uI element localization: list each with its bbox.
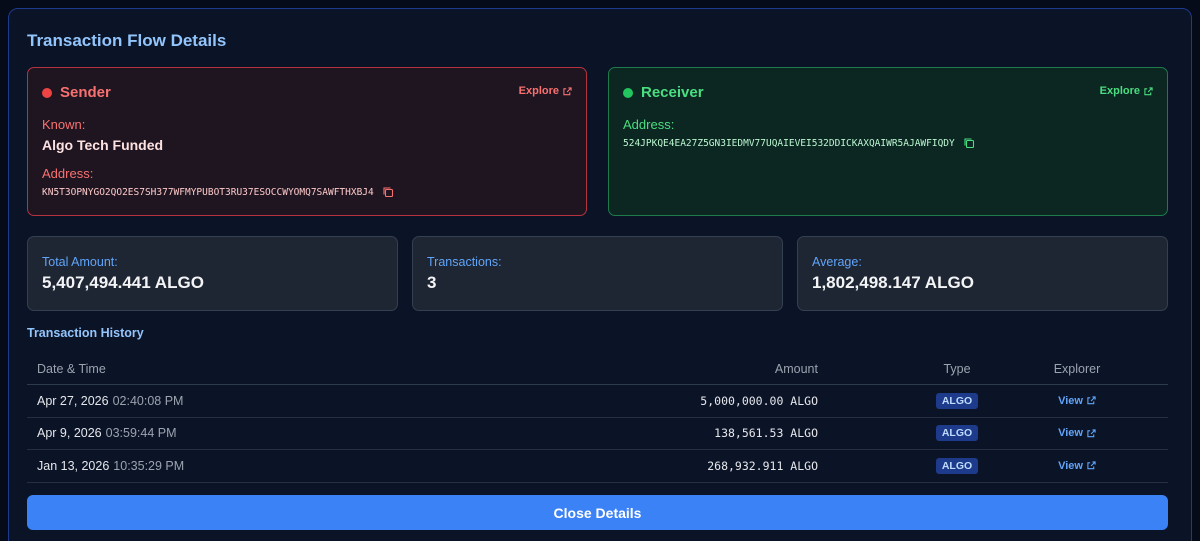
receiver-dot-icon xyxy=(623,87,633,98)
row-date: Apr 27, 2026 xyxy=(37,393,109,408)
receiver-explore-link[interactable]: Explore xyxy=(1100,85,1153,97)
table-header: Date & Time Amount Type Explorer xyxy=(27,353,1168,385)
col-explorer-header: Explorer xyxy=(1053,361,1101,376)
row-time: 10:35:29 PM xyxy=(113,458,185,473)
total-amount-value: 5,407,494.441 ALGO xyxy=(42,273,204,292)
sender-address: KN5T3OPNYGO2QO2ES7SH377WFMYPUBOT3RU37ESO… xyxy=(42,186,374,198)
row-datetime: Jan 13, 2026 10:35:29 PM xyxy=(37,450,184,482)
table-row: Jan 13, 2026 10:35:29 PM 268,932.911 ALG… xyxy=(27,450,1168,483)
transaction-flow-panel: Transaction Flow Details Sender Explore … xyxy=(8,8,1192,541)
row-type: ALGO xyxy=(907,450,1007,482)
sender-explore-label: Explore xyxy=(518,85,559,97)
col-date-header: Date & Time xyxy=(37,361,106,376)
sender-known-label: Known: xyxy=(42,117,86,132)
row-explorer: View xyxy=(1027,450,1127,482)
average-value: 1,802,498.147 ALGO xyxy=(812,273,974,292)
sender-known-value: Algo Tech Funded xyxy=(42,137,164,153)
total-amount-label: Total Amount: xyxy=(42,255,118,269)
receiver-address-label: Address: xyxy=(623,117,675,132)
transactions-value: 3 xyxy=(427,273,437,292)
row-date: Jan 13, 2026 xyxy=(37,458,110,473)
external-link-icon xyxy=(1087,396,1096,405)
row-explorer: View xyxy=(1027,418,1127,450)
table-row: Apr 27, 2026 02:40:08 PM 5,000,000.00 AL… xyxy=(27,385,1168,418)
view-label: View xyxy=(1058,427,1083,440)
receiver-title: Receiver xyxy=(641,84,704,101)
sender-address-label: Address: xyxy=(42,166,94,181)
copy-icon[interactable] xyxy=(382,186,394,198)
row-explorer: View xyxy=(1027,385,1127,417)
view-label: View xyxy=(1058,394,1083,407)
transactions-stat: Transactions: 3 xyxy=(412,236,783,311)
average-stat: Average: 1,802,498.147 ALGO xyxy=(797,236,1168,311)
view-link[interactable]: View xyxy=(1058,395,1096,407)
copy-icon[interactable] xyxy=(963,137,975,149)
total-amount-stat: Total Amount: 5,407,494.441 ALGO xyxy=(27,236,398,311)
row-amount: 5,000,000.00 ALGO xyxy=(700,393,818,408)
row-date: Apr 9, 2026 xyxy=(37,426,102,441)
external-link-icon xyxy=(1087,461,1096,470)
sender-heading: Sender xyxy=(42,84,111,101)
col-type-header: Type xyxy=(943,361,971,376)
receiver-address-row: 524JPKQE4EA27Z5GN3IEDMV77UQAIEVEI532DDIC… xyxy=(623,137,975,149)
history-table: Date & Time Amount Type Explorer Apr 27,… xyxy=(27,353,1168,483)
close-details-button[interactable]: Close Details xyxy=(27,495,1168,530)
sender-explore-link[interactable]: Explore xyxy=(519,85,572,97)
row-time: 02:40:08 PM xyxy=(112,393,184,408)
row-datetime: Apr 9, 2026 03:59:44 PM xyxy=(37,418,177,450)
type-badge: ALGO xyxy=(935,392,979,409)
receiver-card: Receiver Explore Address: 524JPKQE4EA27Z… xyxy=(608,67,1168,216)
panel-title: Transaction Flow Details xyxy=(27,31,227,50)
row-datetime: Apr 27, 2026 02:40:08 PM xyxy=(37,385,183,417)
receiver-explore-label: Explore xyxy=(1099,85,1140,97)
col-amount-header: Amount xyxy=(774,361,818,376)
receiver-heading: Receiver xyxy=(623,84,704,101)
sender-address-row: KN5T3OPNYGO2QO2ES7SH377WFMYPUBOT3RU37ESO… xyxy=(42,186,394,198)
row-amount: 138,561.53 ALGO xyxy=(714,426,818,441)
type-badge: ALGO xyxy=(935,457,979,474)
row-type: ALGO xyxy=(907,418,1007,450)
type-badge: ALGO xyxy=(935,425,979,442)
external-link-icon xyxy=(1087,429,1096,437)
row-type: ALGO xyxy=(907,385,1007,417)
sender-card: Sender Explore Known: Algo Tech Funded A… xyxy=(27,67,587,216)
transactions-label: Transactions: xyxy=(427,255,502,269)
row-amount: 268,932.911 ALGO xyxy=(707,458,818,473)
history-title: Transaction History xyxy=(27,326,144,340)
view-link[interactable]: View xyxy=(1058,460,1096,472)
view-label: View xyxy=(1058,459,1083,472)
external-link-icon xyxy=(1144,86,1153,95)
average-label: Average: xyxy=(812,255,862,269)
external-link-icon xyxy=(563,86,572,95)
sender-title: Sender xyxy=(60,84,111,101)
table-row: Apr 9, 2026 03:59:44 PM 138,561.53 ALGO … xyxy=(27,418,1168,450)
receiver-address: 524JPKQE4EA27Z5GN3IEDMV77UQAIEVEI532DDIC… xyxy=(623,137,955,149)
row-time: 03:59:44 PM xyxy=(105,426,177,441)
sender-dot-icon xyxy=(42,87,52,98)
view-link[interactable]: View xyxy=(1058,427,1096,439)
